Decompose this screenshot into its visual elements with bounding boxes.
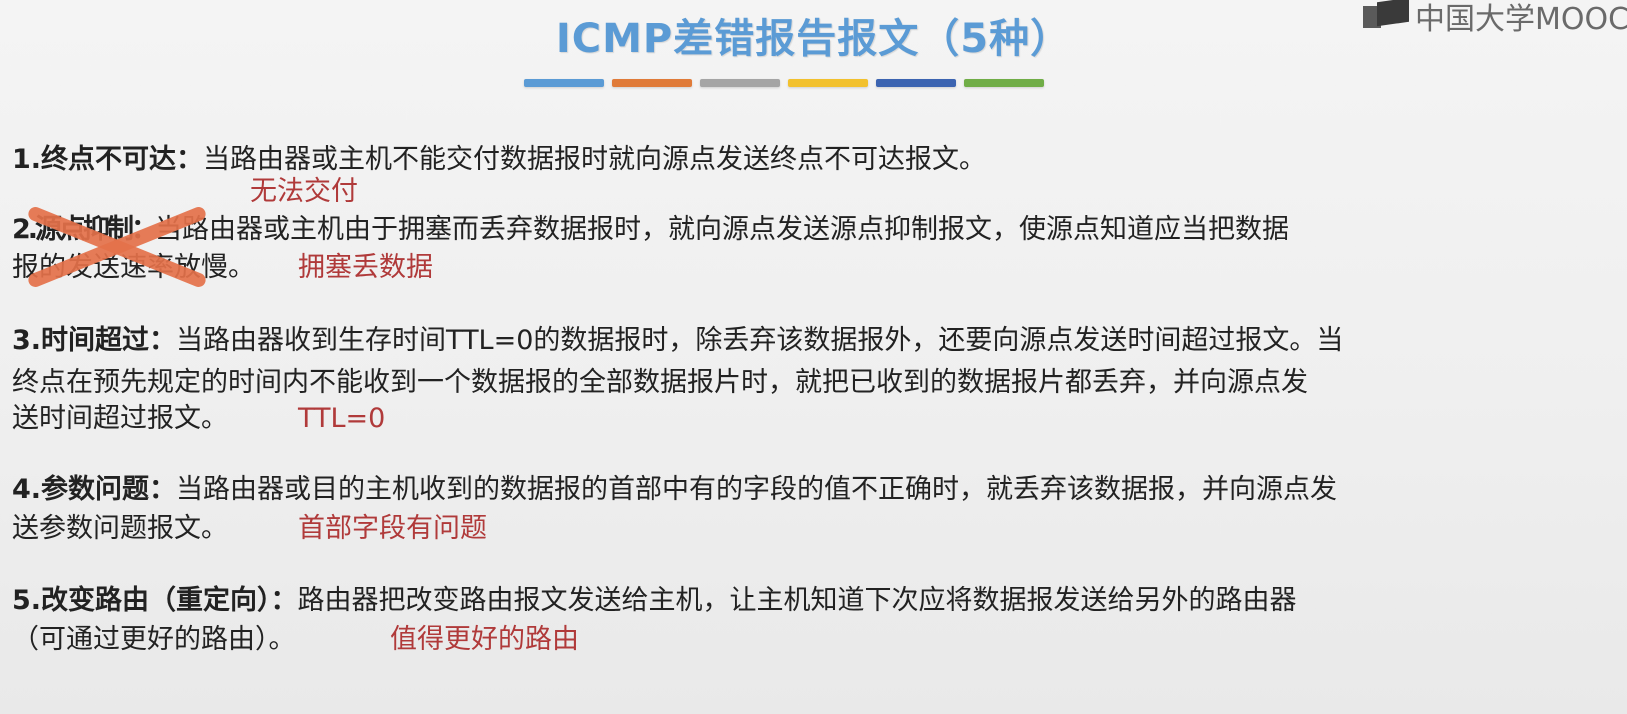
item-2-line-2: 报的发送速率放慢。	[12, 250, 255, 286]
item-2-line-1: 2.源点抑制：当路由器或主机由于拥塞而丢弃数据报时，就向源点发送源点抑制报文，使…	[12, 212, 1289, 248]
item-2-text-1: 当路由器或主机由于拥塞而丢弃数据报时，就向源点发送源点抑制报文，使源点知道应当把…	[155, 214, 1290, 245]
item-3-label: 3.时间超过：	[12, 325, 177, 356]
item-4-line-2: 送参数问题报文。	[12, 511, 228, 547]
item-4-note: 首部字段有问题	[298, 513, 487, 544]
item-4-label: 4.参数问题：	[12, 474, 177, 505]
stripe-1	[524, 79, 604, 87]
item-3-line-2: 终点在预先规定的时间内不能收到一个数据报的全部数据报片时，就把已收到的数据报片都…	[12, 365, 1308, 401]
mooc-logo: 中国大学MOOC	[1357, 0, 1627, 37]
item-4-text-1: 当路由器或目的主机收到的数据报的首部中有的字段的值不正确时，就丢弃该数据报，并向…	[176, 474, 1338, 505]
item-3-text-3: 送时间超过报文。	[12, 403, 228, 434]
item-5-text-2: （可通过更好的路由）。	[12, 624, 296, 655]
item-2-note: 拥塞丢数据	[298, 252, 433, 283]
item-5-label: 5.改变路由（重定向）：	[12, 585, 298, 616]
item-2-label: 2.源点抑制：	[12, 214, 158, 245]
item-2-text-2: 报的发送速率放慢。	[12, 252, 255, 283]
item-3-text-2: 终点在预先规定的时间内不能收到一个数据报的全部数据报片时，就把已收到的数据报片都…	[12, 367, 1308, 398]
item-3-line-1: 3.时间超过：当路由器收到生存时间TTL=0的数据报时，除丢弃该数据报外，还要向…	[12, 323, 1343, 359]
item-5-text-1: 路由器把改变路由报文发送给主机，让主机知道下次应将数据报发送给另外的路由器	[297, 585, 1297, 616]
item-5-note: 值得更好的路由	[390, 624, 579, 655]
stripe-2	[612, 79, 692, 87]
item-3-line-3: 送时间超过报文。	[12, 401, 228, 437]
item-1-line-1: 1.终点不可达：当路由器或主机不能交付数据报时就向源点发送终点不可达报文。	[12, 142, 986, 178]
item-3-text-1: 当路由器收到生存时间TTL=0的数据报时，除丢弃该数据报外，还要向源点发送时间超…	[176, 325, 1344, 356]
item-1-label: 1.终点不可达：	[12, 144, 204, 175]
item-4-text-2: 送参数问题报文。	[12, 513, 228, 544]
item-5-line-2: （可通过更好的路由）。	[12, 622, 296, 658]
stripe-3	[700, 79, 780, 87]
item-1-text-1: 当路由器或主机不能交付数据报时就向源点发送终点不可达报文。	[203, 144, 987, 175]
stripe-5	[876, 79, 956, 87]
stripe-6	[964, 79, 1044, 87]
logo-text: 中国大学MOOC	[1415, 2, 1627, 37]
stripe-4	[788, 79, 868, 87]
item-4-line-1: 4.参数问题：当路由器或目的主机收到的数据报的首部中有的字段的值不正确时，就丢弃…	[12, 472, 1337, 508]
item-1-note: 无法交付	[250, 176, 358, 207]
item-3-note: TTL=0	[298, 403, 386, 434]
item-5-line-1: 5.改变路由（重定向）：路由器把改变路由报文发送给主机，让主机知道下次应将数据报…	[12, 583, 1297, 619]
